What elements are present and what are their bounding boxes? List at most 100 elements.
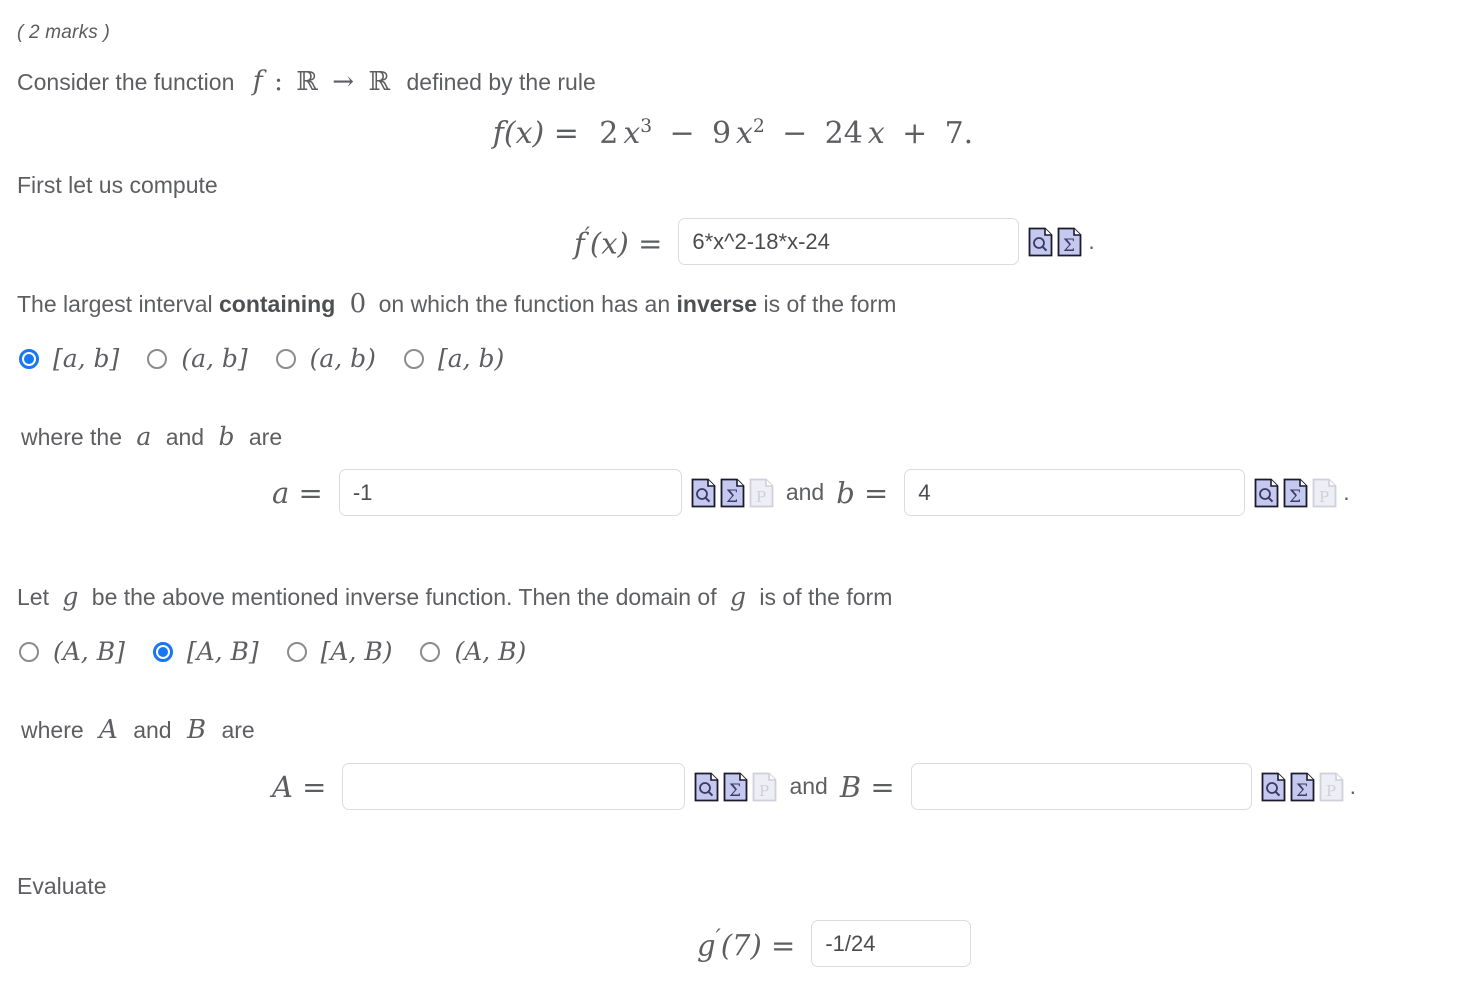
svg-text:Σ: Σ <box>1296 781 1308 801</box>
b-icon-group: Σ P <box>1254 478 1337 508</box>
evaluate-input[interactable] <box>811 920 972 967</box>
derivative-icon-group: Σ <box>1028 227 1082 257</box>
a-icon-group: Σ P <box>691 478 774 508</box>
interval-option-0[interactable]: [a, b] <box>19 344 119 373</box>
B-label: B = <box>839 769 895 804</box>
AB-trailing-period: . <box>1349 773 1357 799</box>
svg-text:P: P <box>759 782 769 800</box>
domain-option-0[interactable]: (A, B] <box>19 637 125 666</box>
evaluate-row: g′(7) = <box>697 920 972 967</box>
B-input[interactable] <box>910 763 1252 810</box>
plot-icon[interactable]: P <box>752 772 777 802</box>
interval-option-1[interactable]: (a, b] <box>147 344 248 373</box>
interval-radio-0[interactable] <box>19 348 39 369</box>
derivative-label: f′(x) = <box>574 222 663 261</box>
domain-question-var-g2: g <box>730 582 747 611</box>
a-label: a = <box>272 475 323 510</box>
interval-option-1-label: (a, b] <box>181 344 248 373</box>
domain-option-1[interactable]: [A, B] <box>152 637 259 666</box>
ab-intro-var-b: b <box>218 422 235 451</box>
domain-question-var-g: g <box>62 582 79 611</box>
interval-radio-1[interactable] <box>147 348 168 369</box>
intro-prefix: Consider the function <box>17 69 235 95</box>
ab-intro-var-a: a <box>136 422 152 451</box>
formula-op2: − <box>782 116 808 151</box>
formula-term1-var: x <box>623 116 641 151</box>
sigma-icon[interactable]: Σ <box>1290 772 1315 802</box>
formula-term2-pow: 2 <box>752 116 765 137</box>
formula-op1: − <box>669 116 695 151</box>
derivative-row: f′(x) = Σ . <box>574 218 1095 265</box>
domain-question: Let g be the above mentioned inverse fun… <box>17 582 892 611</box>
svg-text:P: P <box>1319 488 1329 506</box>
domain-radio-2[interactable] <box>286 641 307 662</box>
interval-question-part2: on which the function has an <box>378 291 671 317</box>
interval-question-bold2: inverse <box>676 291 758 317</box>
function-formula: f(x) = 2 x3 − 9 x2 − 24 x + 7. <box>0 116 1466 151</box>
plot-icon[interactable]: P <box>1319 772 1344 802</box>
evaluate-label: g′(7) = <box>697 924 796 963</box>
A-input[interactable] <box>342 763 686 810</box>
intro-sentence: Consider the function f : ℝ → ℝ defined … <box>17 66 596 97</box>
formula-term3-var: x <box>867 116 885 151</box>
sigma-icon[interactable]: Σ <box>723 772 748 802</box>
formula-lhs: f(x) = <box>492 116 579 151</box>
domain-symbol: ℝ <box>296 67 318 97</box>
codomain-symbol: ℝ <box>368 67 391 97</box>
AB-intro-and: and <box>133 717 172 743</box>
AB-conjunction: and <box>789 773 828 799</box>
formula-term2-var: x <box>736 116 753 151</box>
formula-term2-coef: 9 <box>711 116 732 151</box>
domain-option-3[interactable]: (A, B) <box>420 637 526 666</box>
domain-option-0-label: (A, B] <box>53 637 125 666</box>
plot-icon[interactable]: P <box>1312 478 1337 508</box>
domain-radio-group: (A, B] [A, B] [A, B) (A, B) <box>19 637 554 666</box>
sigma-icon[interactable]: Σ <box>720 478 745 508</box>
domain-radio-3[interactable] <box>420 641 441 662</box>
interval-radio-2[interactable] <box>275 348 296 369</box>
domain-option-2-label: [A, B) <box>320 637 393 666</box>
domain-option-3-label: (A, B) <box>454 637 527 666</box>
domain-question-part3: is of the form <box>759 584 893 610</box>
interval-option-2[interactable]: (a, b) <box>275 344 376 373</box>
evaluate-line: Evaluate <box>17 873 107 899</box>
b-input[interactable] <box>904 469 1246 516</box>
formula-term1-pow: 3 <box>640 116 653 137</box>
interval-radio-3[interactable] <box>403 348 424 369</box>
domain-question-part1: Let <box>17 584 49 610</box>
colon-symbol: : <box>274 67 283 97</box>
B-icon-group: Σ P <box>1261 772 1344 802</box>
formula-term3-coef: 24 <box>824 116 863 151</box>
preview-icon[interactable] <box>691 478 716 508</box>
preview-icon[interactable] <box>1028 227 1053 257</box>
sigma-icon[interactable]: Σ <box>1057 227 1082 257</box>
formula-term4: 7 <box>944 116 964 151</box>
formula-term1-coef: 2 <box>599 116 619 151</box>
domain-radio-0[interactable] <box>19 641 39 662</box>
intro-suffix: defined by the rule <box>406 69 596 95</box>
preview-icon[interactable] <box>1254 478 1279 508</box>
plot-icon[interactable]: P <box>749 478 774 508</box>
interval-question-part1: The largest interval <box>17 291 213 317</box>
preview-icon[interactable] <box>694 772 719 802</box>
svg-text:Σ: Σ <box>729 781 741 801</box>
interval-option-3[interactable]: [a, b) <box>403 344 504 373</box>
function-symbol: f <box>252 66 263 97</box>
sigma-icon[interactable]: Σ <box>1283 478 1308 508</box>
A-icon-group: Σ P <box>694 772 777 802</box>
b-label: b = <box>836 475 889 510</box>
formula-end-period: . <box>963 116 974 151</box>
AB-intro-var-B: B <box>186 715 207 745</box>
domain-radio-1[interactable] <box>152 641 173 662</box>
derivative-input[interactable] <box>678 218 1020 265</box>
domain-question-part2: be the above mentioned inverse function.… <box>91 584 717 610</box>
domain-option-2[interactable]: [A, B) <box>286 637 393 666</box>
ab-intro-text2: are <box>248 424 283 450</box>
a-input[interactable] <box>338 469 682 516</box>
derivative-trailing-period: . <box>1088 228 1095 254</box>
interval-option-2-label: (a, b) <box>309 344 376 373</box>
svg-text:Σ: Σ <box>726 487 738 507</box>
ab-intro: where the a and b are <box>21 422 282 451</box>
AB-intro-text1: where <box>21 717 84 743</box>
preview-icon[interactable] <box>1261 772 1286 802</box>
